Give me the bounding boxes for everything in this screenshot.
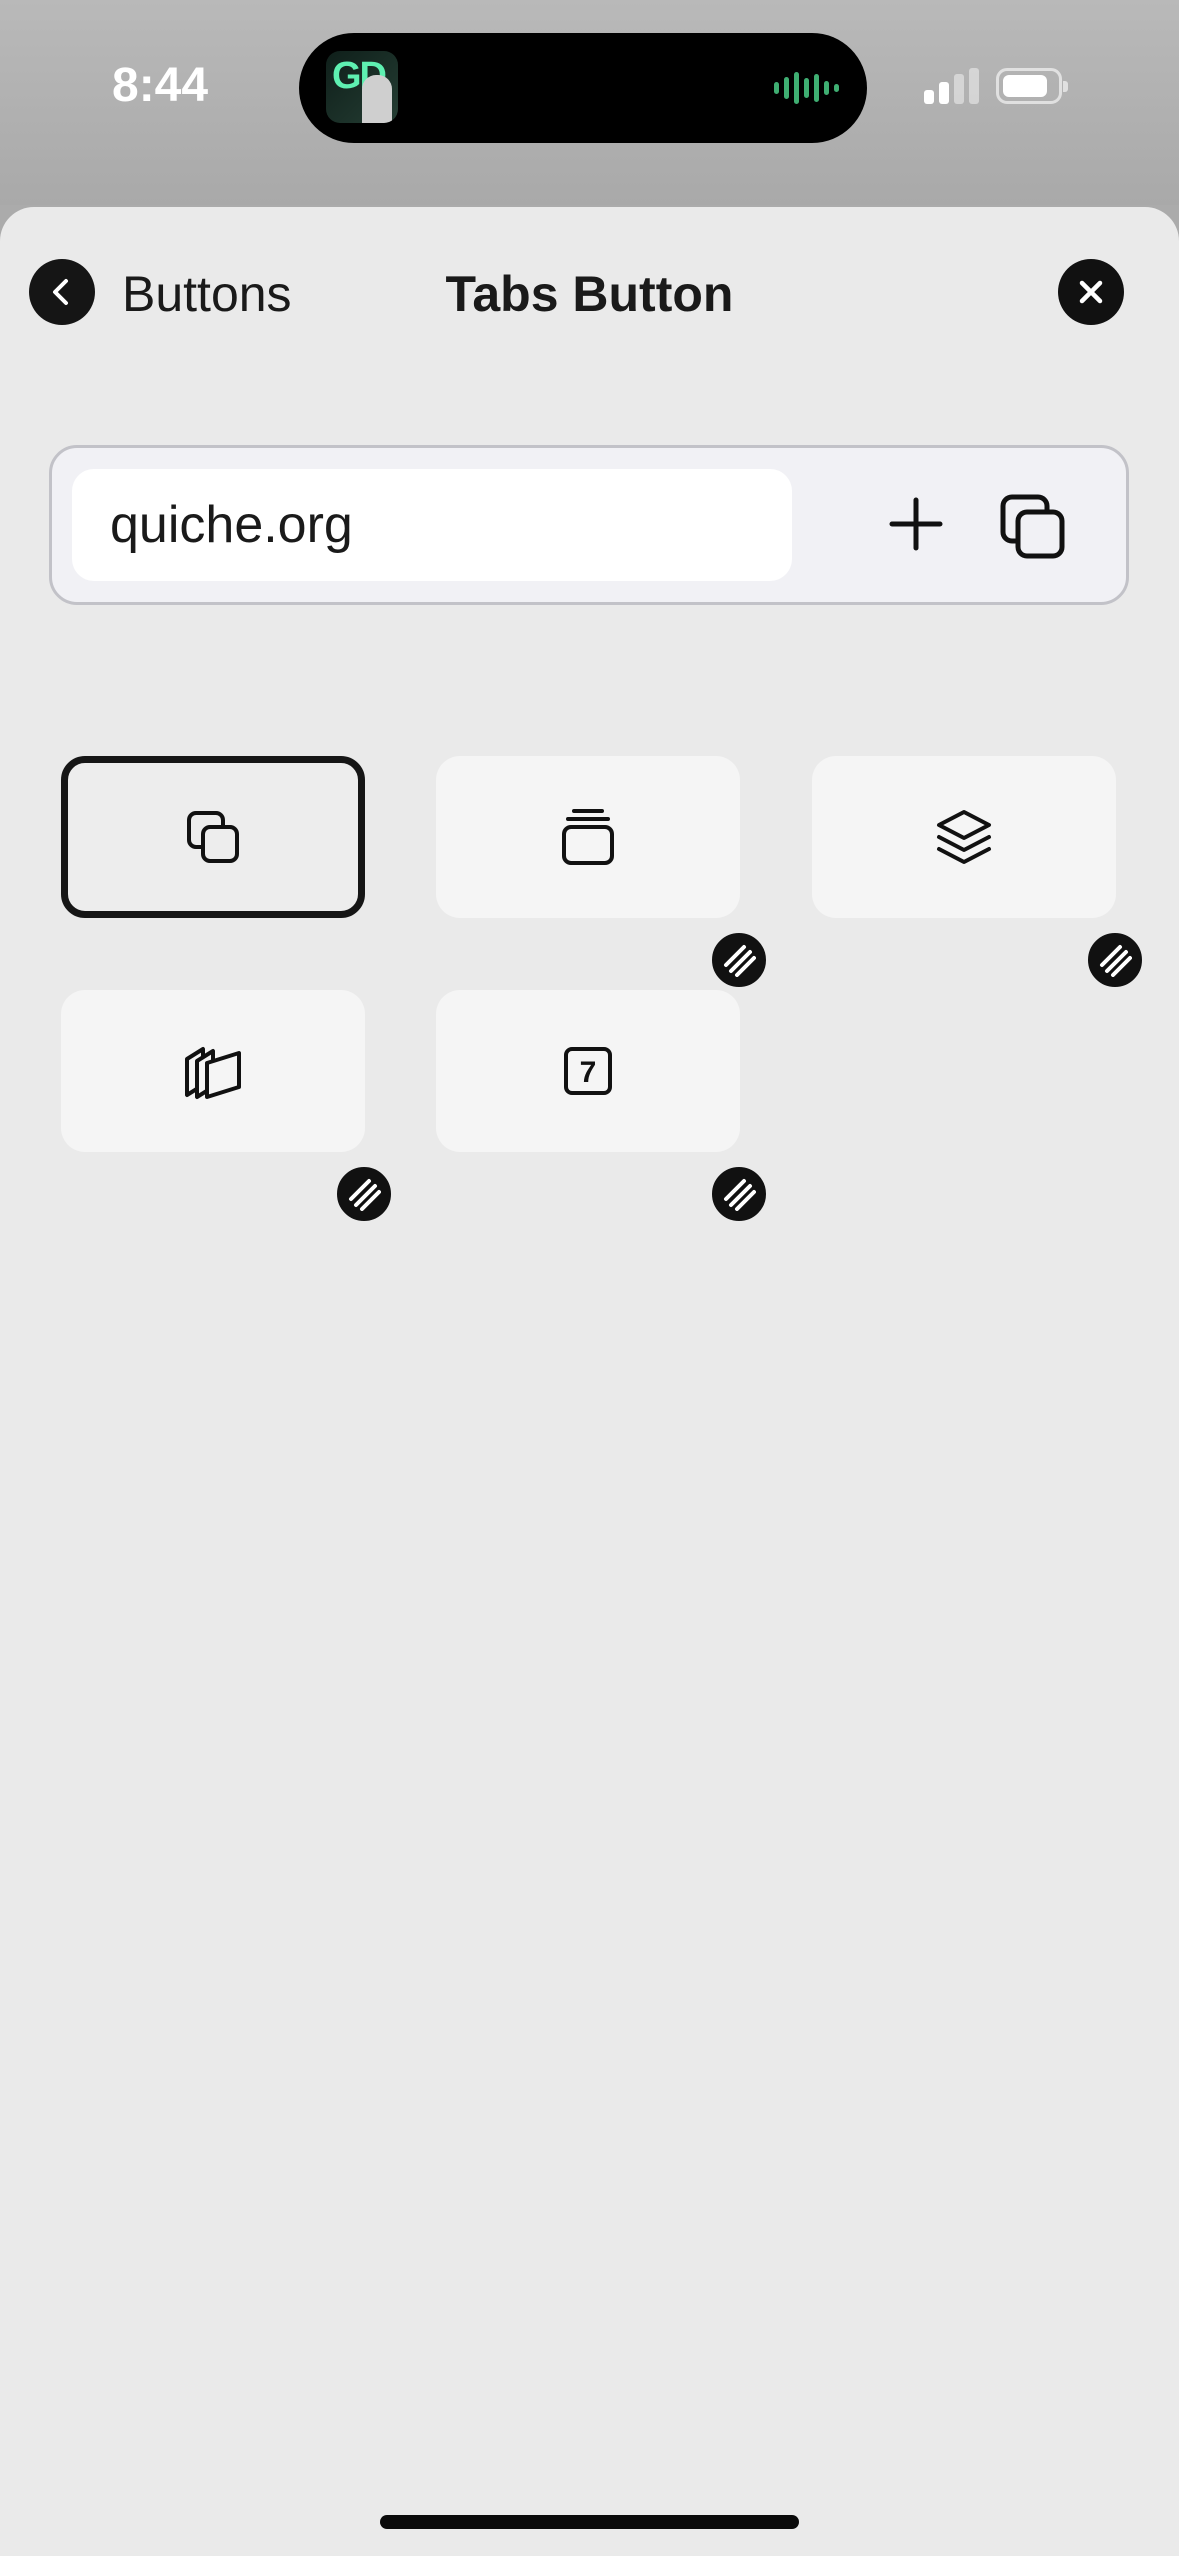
- striped-badge-icon: [1100, 945, 1132, 977]
- layers-icon: [937, 810, 991, 864]
- locked-badge: [709, 930, 769, 990]
- dynamic-island[interactable]: GD: [299, 33, 867, 143]
- tab-style-option-layers[interactable]: [812, 756, 1116, 918]
- locked-badge: [334, 1164, 394, 1224]
- striped-badge-icon: [724, 1179, 756, 1211]
- close-button[interactable]: [1058, 259, 1124, 325]
- battery-icon: [996, 68, 1068, 104]
- locked-badge: [1085, 930, 1145, 990]
- stacked-cards-icon: [562, 809, 614, 865]
- locked-badge: [709, 1164, 769, 1224]
- settings-sheet: Buttons Tabs Button quiche.org 7: [0, 207, 1179, 2556]
- audio-waveform-icon: [774, 71, 839, 105]
- close-icon: [1079, 280, 1103, 304]
- home-indicator[interactable]: [380, 2515, 799, 2529]
- striped-badge-icon: [349, 1179, 381, 1211]
- plus-icon[interactable]: [884, 492, 948, 556]
- overlapping-squares-icon: [187, 811, 239, 863]
- tab-style-option-squares[interactable]: [61, 756, 365, 918]
- tab-count-icon: 7: [564, 1047, 612, 1095]
- tab-count-label: 7: [580, 1056, 597, 1089]
- status-bar: 8:44 GD: [0, 0, 1179, 205]
- browser-bar-preview: quiche.org: [49, 445, 1129, 605]
- slanted-stack-icon: [185, 1047, 241, 1099]
- cellular-signal-icon: [924, 68, 979, 104]
- status-time: 8:44: [112, 59, 209, 112]
- page-title: Tabs Button: [445, 266, 734, 322]
- tab-style-option-count[interactable]: 7: [436, 990, 740, 1152]
- url-field[interactable]: quiche.org: [72, 469, 792, 581]
- now-playing-artwork: GD: [326, 51, 398, 123]
- url-text: quiche.org: [110, 496, 353, 554]
- tab-style-option-slanted[interactable]: [61, 990, 365, 1152]
- tabs-icon[interactable]: [998, 492, 1068, 562]
- tab-style-option-cards[interactable]: [436, 756, 740, 918]
- striped-badge-icon: [724, 945, 756, 977]
